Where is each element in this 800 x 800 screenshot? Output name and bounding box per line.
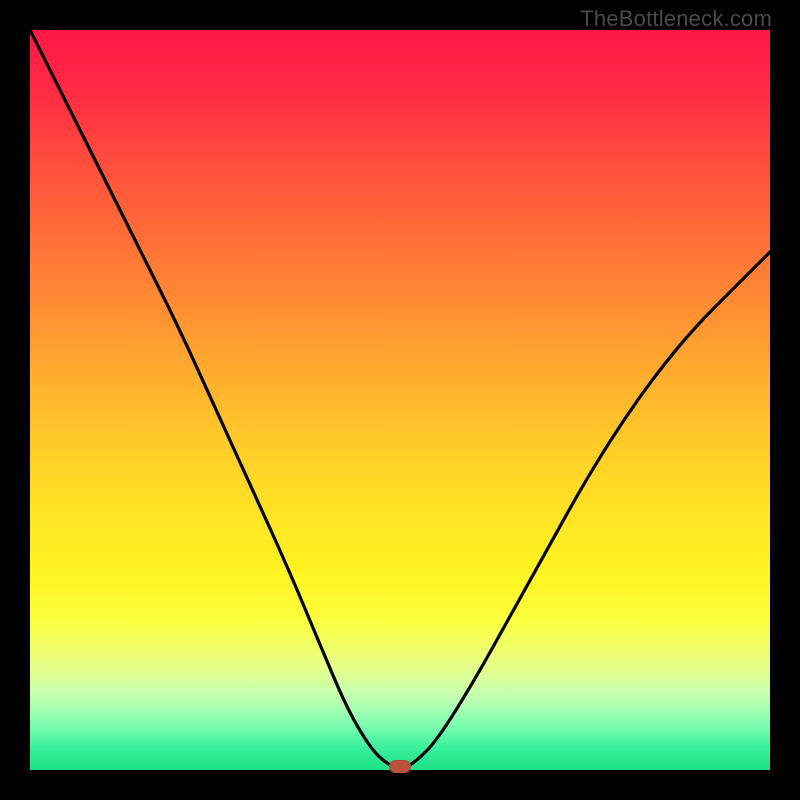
curve-path <box>30 30 770 768</box>
watermark-text: TheBottleneck.com <box>580 6 772 32</box>
optimum-marker <box>389 760 411 773</box>
chart-frame: TheBottleneck.com <box>0 0 800 800</box>
plot-area <box>30 30 770 770</box>
bottleneck-curve <box>30 30 770 770</box>
